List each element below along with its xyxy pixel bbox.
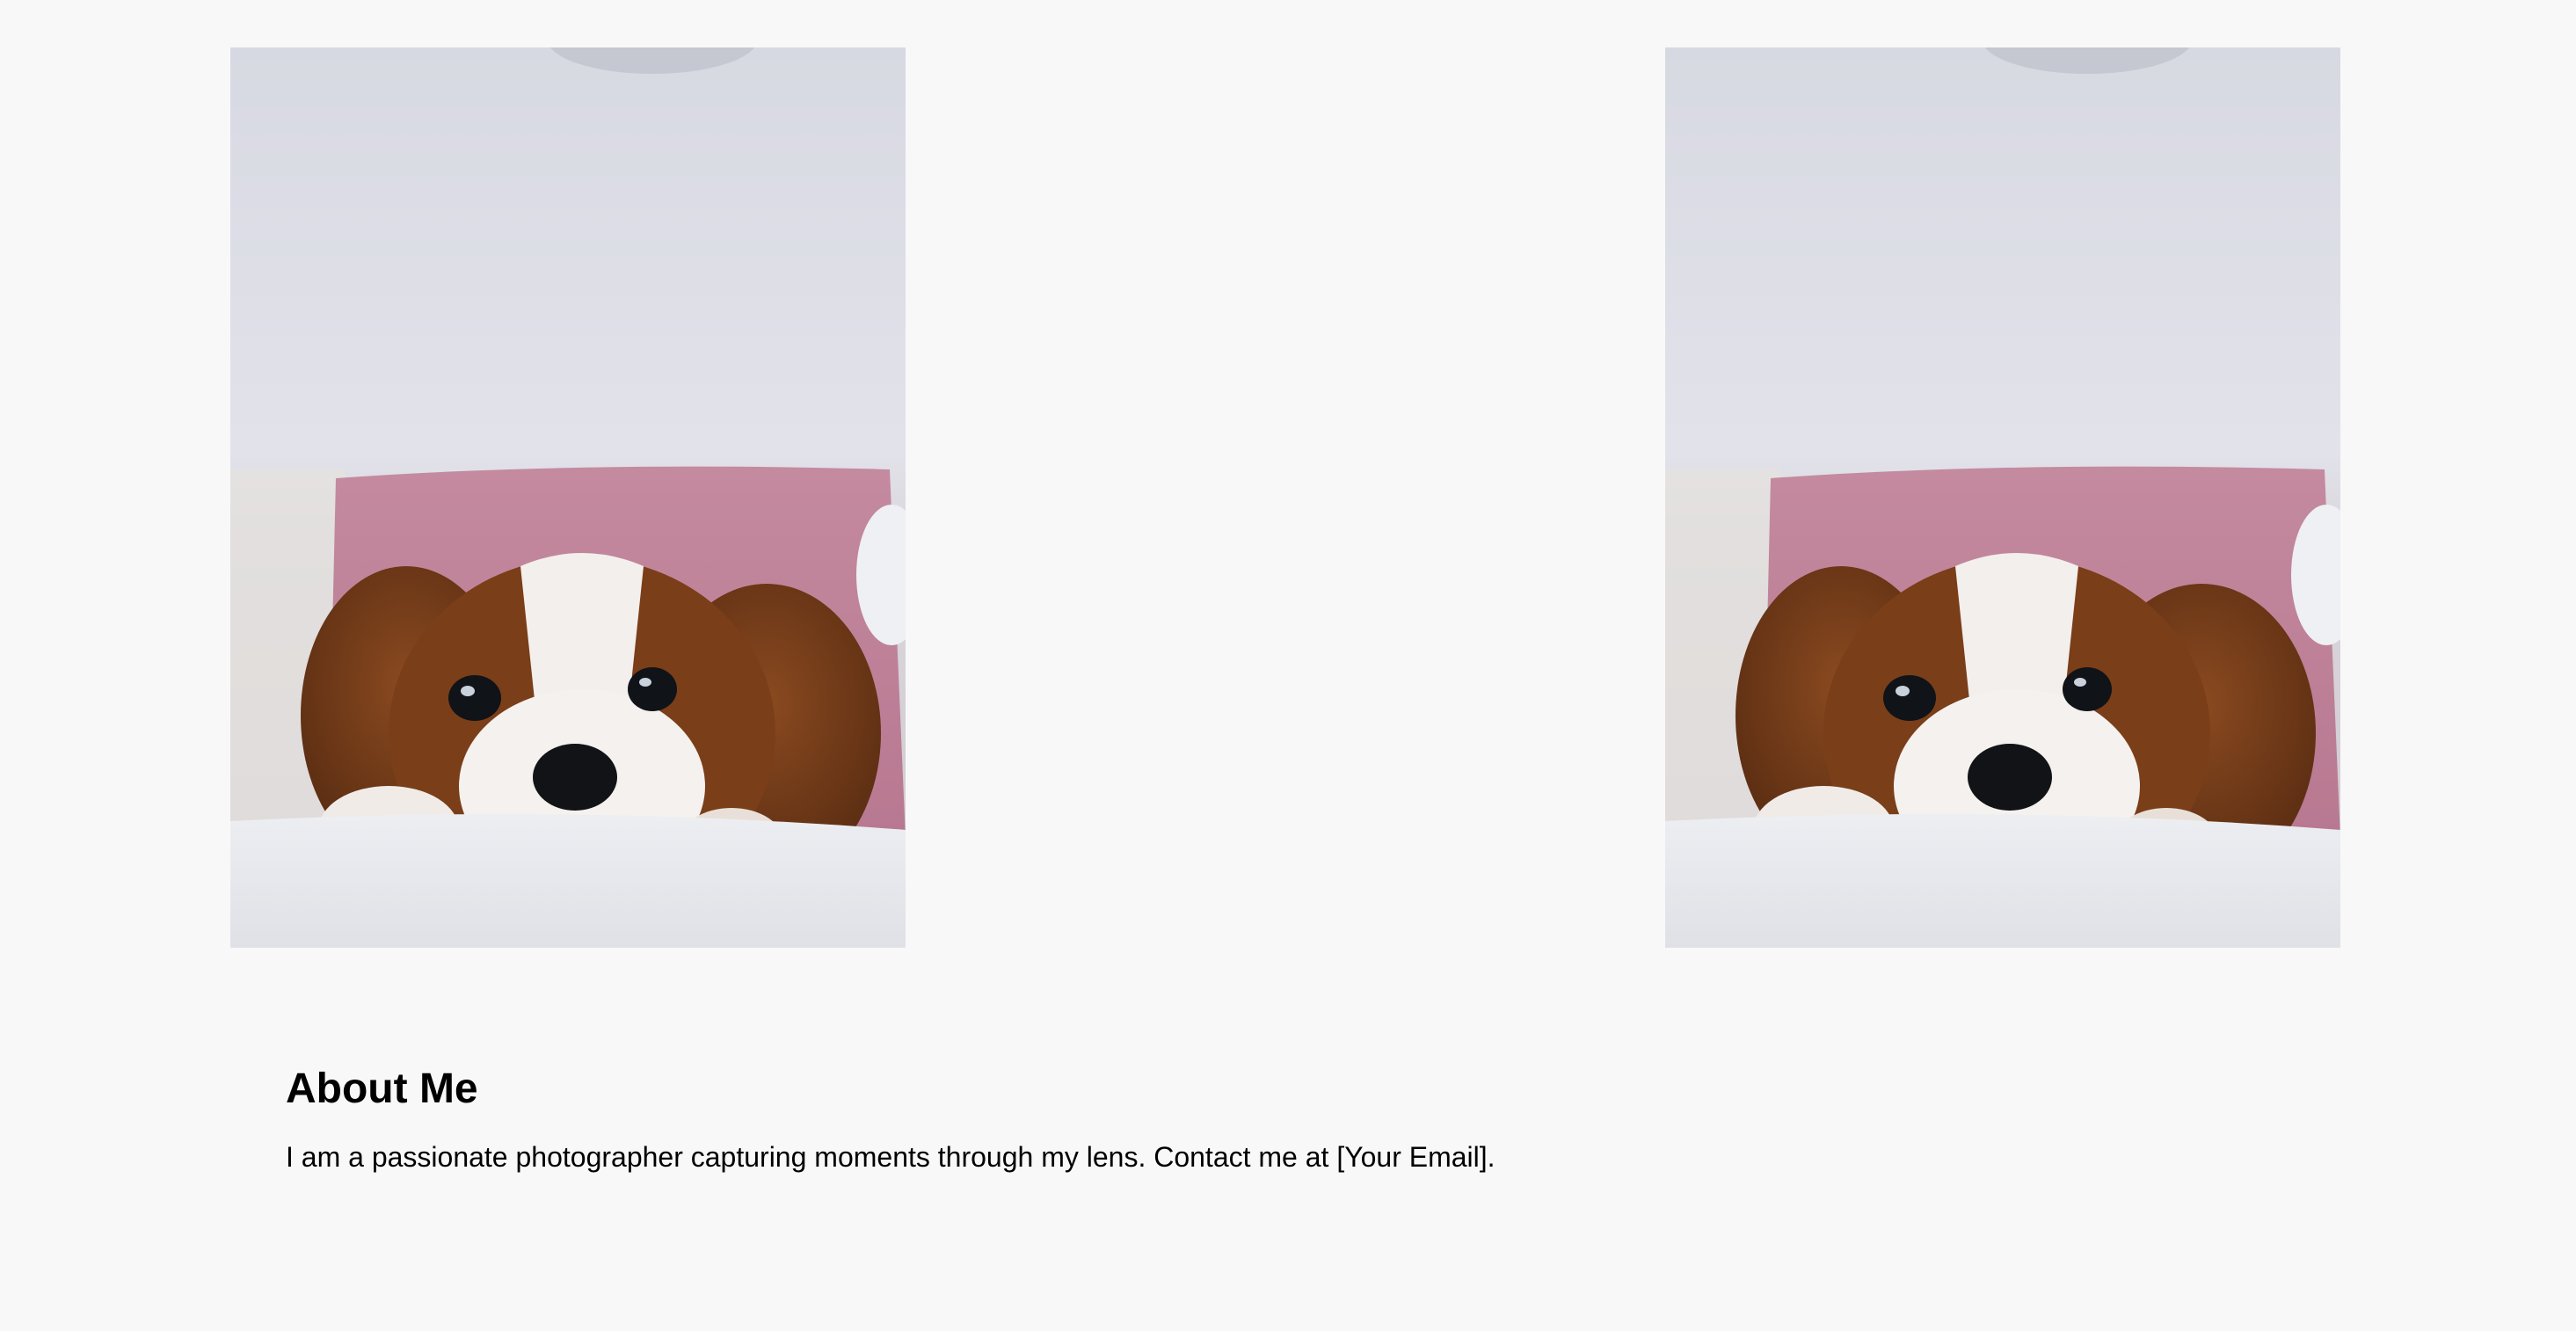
gallery-photo-2[interactable]	[1665, 47, 2340, 948]
puppy-image	[230, 47, 906, 948]
about-heading: About Me	[286, 1066, 478, 1112]
about-section: About Me I am a passionate photographer …	[286, 1064, 2308, 1175]
photo-gallery	[0, 0, 2576, 967]
about-text: I am a passionate photographer capturing…	[286, 1140, 1495, 1173]
gallery-photo-1[interactable]	[230, 47, 906, 948]
puppy-image	[1665, 47, 2340, 948]
